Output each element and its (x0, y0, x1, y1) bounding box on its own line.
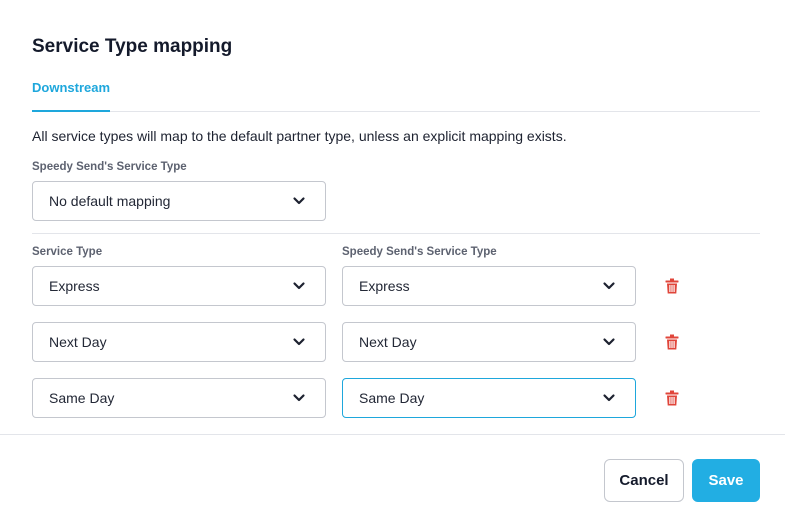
default-mapping-label: Speedy Send's Service Type (32, 161, 187, 173)
trash-icon[interactable] (665, 278, 679, 294)
partner-type-select-next-day[interactable]: Next Day (342, 322, 636, 362)
chevron-down-icon (293, 197, 305, 205)
mapping-description: All service types will map to the defaul… (32, 128, 567, 144)
default-mapping-select[interactable]: No default mapping (32, 181, 326, 221)
chevron-down-icon (293, 394, 305, 402)
service-type-select-express[interactable]: Express (32, 266, 326, 306)
default-mapping-value: No default mapping (49, 193, 171, 209)
save-button[interactable]: Save (692, 459, 760, 502)
tab-downstream[interactable]: Downstream (32, 78, 111, 112)
service-type-mapping-dialog: Service Type mapping Downstream All serv… (0, 0, 785, 521)
section-divider (32, 233, 760, 234)
cancel-button[interactable]: Cancel (604, 459, 684, 502)
service-type-value: Same Day (49, 390, 115, 406)
partner-type-value: Next Day (359, 334, 417, 350)
dialog-title: Service Type mapping (32, 36, 233, 57)
column-header-service-type: Service Type (32, 246, 103, 258)
chevron-down-icon (603, 282, 615, 290)
chevron-down-icon (603, 394, 615, 402)
service-type-value: Express (49, 278, 100, 294)
chevron-down-icon (603, 338, 615, 346)
partner-type-value: Express (359, 278, 410, 294)
chevron-down-icon (293, 338, 305, 346)
partner-type-select-same-day[interactable]: Same Day (342, 378, 636, 418)
trash-icon[interactable] (665, 334, 679, 350)
service-type-select-same-day[interactable]: Same Day (32, 378, 326, 418)
column-header-partner-service-type: Speedy Send's Service Type (342, 246, 497, 258)
trash-icon[interactable] (665, 390, 679, 406)
partner-type-value: Same Day (359, 390, 425, 406)
service-type-value: Next Day (49, 334, 107, 350)
chevron-down-icon (293, 282, 305, 290)
service-type-select-next-day[interactable]: Next Day (32, 322, 326, 362)
footer-divider (0, 434, 785, 435)
tab-bar: Downstream (32, 78, 760, 112)
partner-type-select-express[interactable]: Express (342, 266, 636, 306)
